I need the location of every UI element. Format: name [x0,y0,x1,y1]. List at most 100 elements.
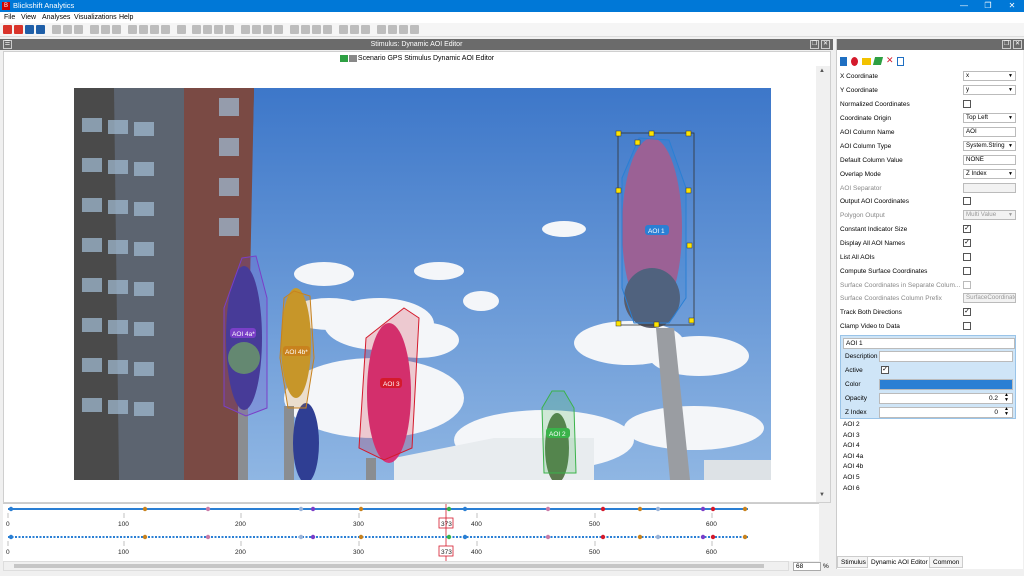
tab-dynamic-aoi-editor[interactable]: Dynamic AOI Editor [867,556,932,568]
toolbar-tool-icon[interactable] [214,25,223,34]
toolbar-tool-icon[interactable] [274,25,283,34]
output-aoi-coordinates-checkbox[interactable] [963,197,971,205]
default-column-value-input[interactable]: NONE [963,155,1016,165]
active-checkbox[interactable]: ✓ [881,366,889,374]
list-all-aois-checkbox[interactable] [963,253,971,261]
display-all-aoi-names-checkbox[interactable]: ✓ [963,239,971,247]
save-icon[interactable] [25,25,34,34]
spin-arrows-icon[interactable]: ▲ ▼ [1004,393,1009,403]
toolbar-tool-icon[interactable] [377,25,386,34]
toolbar-tool-icon[interactable] [161,25,170,34]
list-item[interactable]: AOI 5 [840,473,1016,484]
scroll-down-icon[interactable]: ▼ [819,492,825,498]
coordinate-origin-select[interactable]: Top Left ▼ [963,113,1016,123]
aoi-name-input[interactable]: AOI 1 [843,338,1015,349]
toolbar-tool-icon[interactable] [241,25,250,34]
panel-close-icon[interactable]: ✕ [1013,40,1022,49]
vertical-scrollbar[interactable]: ▲ ▼ [816,66,830,502]
aoi-2-shape[interactable]: AOI 2 [541,390,577,474]
timeline[interactable]: 0 100 200 300 400 500 600 373 0 100 200 … [3,503,819,562]
normalized-coordinates-checkbox[interactable] [963,100,971,108]
maximize-button[interactable]: ❐ [976,0,1000,12]
aoi-column-type-select[interactable]: System.String ▼ [963,141,1016,151]
toolbar-tool-icon[interactable] [350,25,359,34]
toolbar-tool-icon[interactable] [74,25,83,34]
list-item[interactable]: AOI 4 [840,441,1016,452]
overlap-mode-select[interactable]: Z Index ▼ [963,169,1016,179]
description-input[interactable] [879,351,1013,362]
zoom-input[interactable]: 68 [793,562,821,571]
aoi-column-name-input[interactable]: AOI [963,127,1016,137]
opacity-stepper[interactable]: 0.2 [879,393,1013,404]
toolbar-tool-icon[interactable] [361,25,370,34]
y-coordinate-select[interactable]: y ▼ [963,85,1016,95]
polygon-aoi-icon[interactable] [872,57,884,65]
toolbar-tool-icon[interactable] [150,25,159,34]
toolbar-tool-icon[interactable] [388,25,397,34]
list-item[interactable]: AOI 4a [840,452,1016,463]
ellipse-aoi-icon[interactable] [851,57,858,66]
list-item[interactable]: AOI 6 [840,484,1016,495]
toolbar-tool-icon[interactable] [410,25,419,34]
compute-surface-coordinates-checkbox[interactable] [963,267,971,275]
toolbar-tool-icon[interactable] [139,25,148,34]
toolbar-tool-icon[interactable] [63,25,72,34]
constant-indicator-size-checkbox[interactable]: ✓ [963,225,971,233]
toolbar-tool-icon[interactable] [90,25,99,34]
menu-file[interactable]: File [4,13,15,22]
editor-header: Scenario GPS Stimulus Dynamic AOI Editor [4,52,830,66]
tick-label: 200 [235,521,246,528]
prop-label: Display All AOI Names [840,240,906,247]
clamp-video-to-data-checkbox[interactable] [963,322,971,330]
arrow-aoi-icon[interactable] [862,58,871,65]
timeline-scrollbar[interactable] [3,561,789,571]
menu-visualizations[interactable]: Visualizations [74,13,117,22]
toolbar-tool-icon[interactable] [252,25,261,34]
minimize-button[interactable]: — [952,0,976,12]
list-item[interactable]: AOI 3 [840,431,1016,442]
toolbar-tool-icon[interactable] [225,25,234,34]
x-coordinate-select[interactable]: x ▼ [963,71,1016,81]
close-button[interactable]: ✕ [1000,0,1024,12]
rectangle-aoi-icon[interactable] [840,57,847,66]
zindex-stepper[interactable]: 0 [879,407,1013,418]
pane-float-icon[interactable]: ❐ [810,40,819,49]
export-aoi-icon[interactable] [897,57,904,66]
toolbar-tool-icon[interactable] [263,25,272,34]
toolbar-tool-icon[interactable] [323,25,332,34]
list-item[interactable]: AOI 4b [840,462,1016,473]
toolbar-tool-icon[interactable] [301,25,310,34]
save-as-icon[interactable] [36,25,45,34]
description-label: Description [845,353,878,360]
panel-float-icon[interactable]: ❐ [1002,40,1011,49]
toolbar-tool-icon[interactable] [290,25,299,34]
menu-help[interactable]: Help [119,13,133,22]
menu-analyses[interactable]: Analyses [42,13,70,22]
menu-view[interactable]: View [21,13,36,22]
aoi-4b-shape[interactable]: AOI 4b* [279,290,315,409]
toolbar-tool-icon[interactable] [52,25,61,34]
pane-menu-icon[interactable]: ☰ [3,40,12,49]
stimulus-frame[interactable]: AOI 4a* AOI 4b* AOI 3 AOI 2 AOI 1 [74,88,771,480]
toolbar-tool-icon[interactable] [312,25,321,34]
toolbar-tool-icon[interactable] [177,25,186,34]
delete-aoi-icon[interactable]: ✕ [886,55,894,66]
spin-arrows-icon[interactable]: ▲ ▼ [1004,407,1009,417]
pane-close-icon[interactable]: ✕ [821,40,830,49]
scroll-up-icon[interactable]: ▲ [819,68,825,74]
toolbar-tool-icon[interactable] [203,25,212,34]
toolbar-tool-icon[interactable] [128,25,137,34]
new-project-icon[interactable] [3,25,12,34]
toolbar-tool-icon[interactable] [399,25,408,34]
toolbar-tool-icon[interactable] [339,25,348,34]
toolbar-tool-icon[interactable] [112,25,121,34]
track-both-directions-checkbox[interactable]: ✓ [963,308,971,316]
toolbar-tool-icon[interactable] [192,25,201,34]
tab-common[interactable]: Common [929,556,964,568]
tab-stimulus[interactable]: Stimulus [837,556,870,568]
color-swatch[interactable] [879,379,1013,390]
toolbar-tool-icon[interactable] [101,25,110,34]
open-project-icon[interactable] [14,25,23,34]
list-item[interactable]: AOI 2 [840,420,1016,431]
scrollbar-thumb[interactable] [14,564,764,568]
